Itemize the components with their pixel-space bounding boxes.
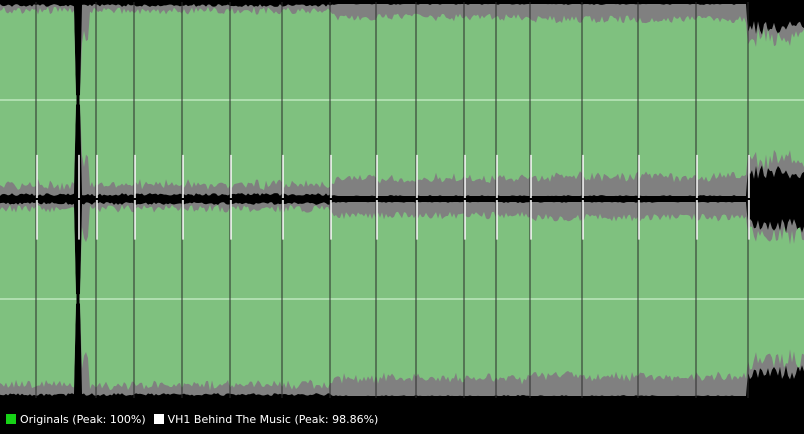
legend-item-behind-the-music: VH1 Behind The Music (Peak: 98.86%) <box>153 412 379 426</box>
waveform-originals <box>0 6 804 191</box>
legend-label-behind-the-music: VH1 Behind The Music (Peak: 98.86%) <box>167 412 379 426</box>
waveform-channel-top <box>0 2 804 198</box>
waveform-channel-bottom <box>0 200 804 398</box>
waveform-svg <box>0 0 804 406</box>
waveform-originals <box>0 204 804 391</box>
legend-item-originals: Originals (Peak: 100%) <box>6 413 146 426</box>
legend-swatch-behind-the-music <box>153 414 164 424</box>
legend-label-originals: Originals (Peak: 100%) <box>20 412 146 426</box>
waveform-display <box>0 0 804 406</box>
waveform-comparison-window: Originals (Peak: 100%) VH1 Behind The Mu… <box>0 0 804 434</box>
legend-bar: Originals (Peak: 100%) VH1 Behind The Mu… <box>0 408 804 430</box>
legend-swatch-originals <box>6 414 16 424</box>
